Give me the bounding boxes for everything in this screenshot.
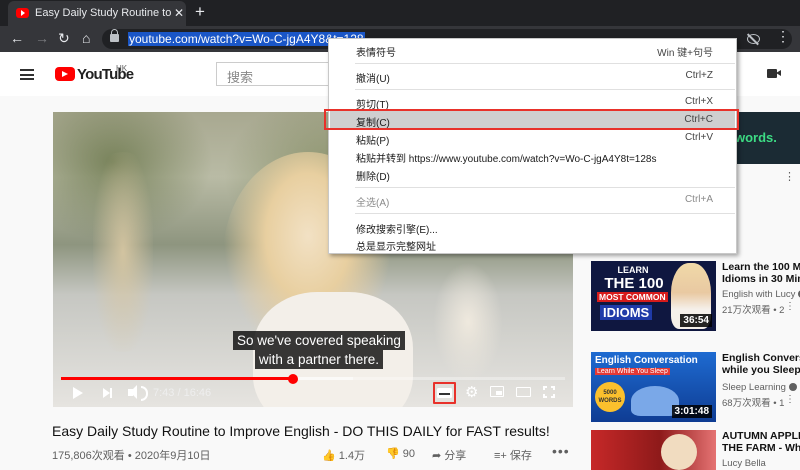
region-label: HK	[116, 64, 128, 73]
thumb-text-1: English Conversation	[595, 355, 698, 366]
copy-highlight-box	[324, 109, 739, 130]
view-count: 21万次观看 • 2	[722, 305, 785, 316]
next-video-icon[interactable]	[103, 388, 112, 398]
save-button[interactable]: ≡+ 保存	[494, 447, 532, 463]
menu-divider	[355, 213, 735, 214]
ad-banner[interactable]: words.	[733, 112, 800, 164]
like-count: 1.4万	[338, 450, 366, 462]
new-tab-button[interactable]: +	[195, 2, 205, 22]
video-frame-vase	[433, 262, 503, 382]
menu-item-emoji[interactable]: 表情符号 Win 键+句号	[330, 41, 735, 59]
recommended-video-title: AUTUMN APPLE THE FARM - Wha	[722, 430, 800, 454]
video-duration: 36:54	[680, 314, 712, 327]
thumb-text-3: 5000 WORDS	[595, 382, 625, 412]
search-input[interactable]: 搜索	[216, 62, 330, 86]
video-thumbnail[interactable]: English Conversation Learn While You Sle…	[591, 352, 716, 422]
recommended-video[interactable]: English Conversation Learn While You Sle…	[591, 352, 800, 426]
menu-item-paste[interactable]: 粘贴(P) Ctrl+V	[330, 129, 735, 147]
player-controls: 7:43 / 16:46 ⚙	[53, 382, 573, 407]
channel-name: English with Lucy	[722, 289, 800, 300]
youtube-logo-icon[interactable]	[55, 67, 75, 81]
channel-name: Sleep Learning	[722, 382, 797, 393]
menu-divider	[355, 187, 735, 188]
theater-mode-icon[interactable]	[516, 387, 531, 397]
home-icon[interactable]: ⌂	[82, 30, 90, 46]
browser-menu-icon[interactable]: ⋮	[776, 28, 790, 45]
progress-bar[interactable]	[61, 373, 565, 384]
captions-button[interactable]	[433, 382, 456, 404]
thumbs-up-icon: 👍	[322, 450, 336, 462]
tab-close-icon[interactable]: ✕	[174, 6, 184, 20]
search-placeholder: 搜索	[227, 70, 254, 85]
back-icon[interactable]: ←	[10, 30, 24, 46]
subtitle-caption: So we've covered speaking with a partner…	[233, 331, 405, 369]
thumb-text-4: IDIOMS	[600, 305, 653, 320]
video-thumbnail[interactable]	[591, 430, 716, 470]
save-label: 保存	[509, 450, 532, 462]
create-video-icon[interactable]	[767, 69, 781, 78]
recommended-video[interactable]: LEARN THE 100 MOST COMMON IDIOMS 36:54 L…	[591, 261, 800, 335]
thumb-presenter	[661, 434, 697, 470]
video-thumbnail[interactable]: LEARN THE 100 MOST COMMON IDIOMS 36:54	[591, 261, 716, 331]
more-actions-icon[interactable]: •••	[552, 443, 570, 459]
fullscreen-icon[interactable]	[543, 386, 555, 398]
menu-item-undo[interactable]: 撤消(U) Ctrl+Z	[330, 67, 735, 85]
reload-icon[interactable]: ↻	[58, 30, 70, 47]
channel-name: Lucy Bella	[722, 458, 766, 469]
dislike-button[interactable]: 👎 90	[386, 447, 415, 460]
time-display: 7:43 / 16:46	[153, 387, 212, 399]
subtitle-line-2: with a partner there.	[254, 350, 383, 369]
video-title: Easy Daily Study Routine to Improve Engl…	[52, 423, 550, 439]
menu-item-delete[interactable]: 删除(D)	[330, 165, 735, 183]
share-icon: ➦	[432, 450, 442, 462]
thumb-text-3: MOST COMMON	[597, 292, 668, 302]
subtitle-line-1: So we've covered speaking	[233, 331, 405, 350]
recommended-video-title: Learn the 100 Mo Idioms in 30 Min	[722, 261, 800, 285]
settings-gear-icon[interactable]: ⚙	[465, 383, 478, 401]
video-frame-pampas-grass	[93, 152, 153, 352]
progress-played	[61, 377, 293, 380]
youtube-favicon-icon	[16, 8, 29, 18]
ad-text: words.	[735, 130, 777, 145]
menu-item-paste-and-go[interactable]: 粘贴并转到 https://www.youtube.com/watch?v=Wo…	[330, 147, 735, 165]
menu-item-always-show-full-url[interactable]: 总是显示完整网址	[330, 235, 735, 253]
verified-icon	[788, 383, 797, 392]
menu-divider	[355, 63, 735, 64]
dislike-count: 90	[402, 448, 416, 460]
more-options-icon[interactable]: ⋮	[785, 394, 795, 405]
video-view-count-date: 175,806次观看 • 2020年9月10日	[52, 450, 211, 462]
recommended-video[interactable]: AUTUMN APPLE THE FARM - Wha Lucy Bella	[591, 430, 800, 470]
tab-title: Easy Daily Study Routine to Im	[35, 7, 171, 19]
video-duration: 3:01:48	[671, 405, 712, 418]
hamburger-menu-icon[interactable]	[20, 69, 34, 80]
menu-item-select-all[interactable]: 全选(A) Ctrl+A	[330, 191, 735, 209]
eye-off-icon[interactable]	[747, 34, 760, 44]
menu-divider	[355, 89, 735, 90]
context-menu: 表情符号 Win 键+句号 撤消(U) Ctrl+Z 剪切(T) Ctrl+X …	[328, 38, 737, 254]
browser-tab[interactable]: Easy Daily Study Routine to Im ✕	[8, 1, 186, 26]
thumb-text-1: LEARN	[617, 265, 649, 275]
forward-icon[interactable]: →	[35, 30, 49, 46]
view-count: 68万次观看 • 1	[722, 398, 785, 409]
thumbs-down-icon: 👎	[386, 448, 400, 460]
recommended-video-title: English Conversa while you Sleep	[722, 352, 800, 376]
thumb-text-2: THE 100	[604, 275, 664, 292]
play-icon[interactable]	[73, 387, 83, 399]
ad-more-icon[interactable]: ⋮	[784, 170, 795, 183]
more-options-icon[interactable]: ⋮	[785, 301, 795, 312]
menu-item-edit-search-engine[interactable]: 修改搜索引擎(E)...	[330, 218, 735, 236]
share-label: 分享	[444, 450, 467, 462]
save-playlist-icon: ≡+	[494, 450, 507, 462]
captions-icon	[437, 388, 452, 398]
thumb-text-2: Learn While You Sleep	[595, 368, 670, 375]
lock-icon[interactable]	[110, 29, 119, 42]
volume-icon[interactable]	[128, 385, 148, 401]
share-button[interactable]: ➦ 分享	[432, 447, 466, 463]
like-button[interactable]: 👍 1.4万	[322, 447, 365, 463]
miniplayer-icon[interactable]	[490, 386, 504, 397]
browser-tab-bar: Easy Daily Study Routine to Im ✕ +	[0, 0, 800, 26]
